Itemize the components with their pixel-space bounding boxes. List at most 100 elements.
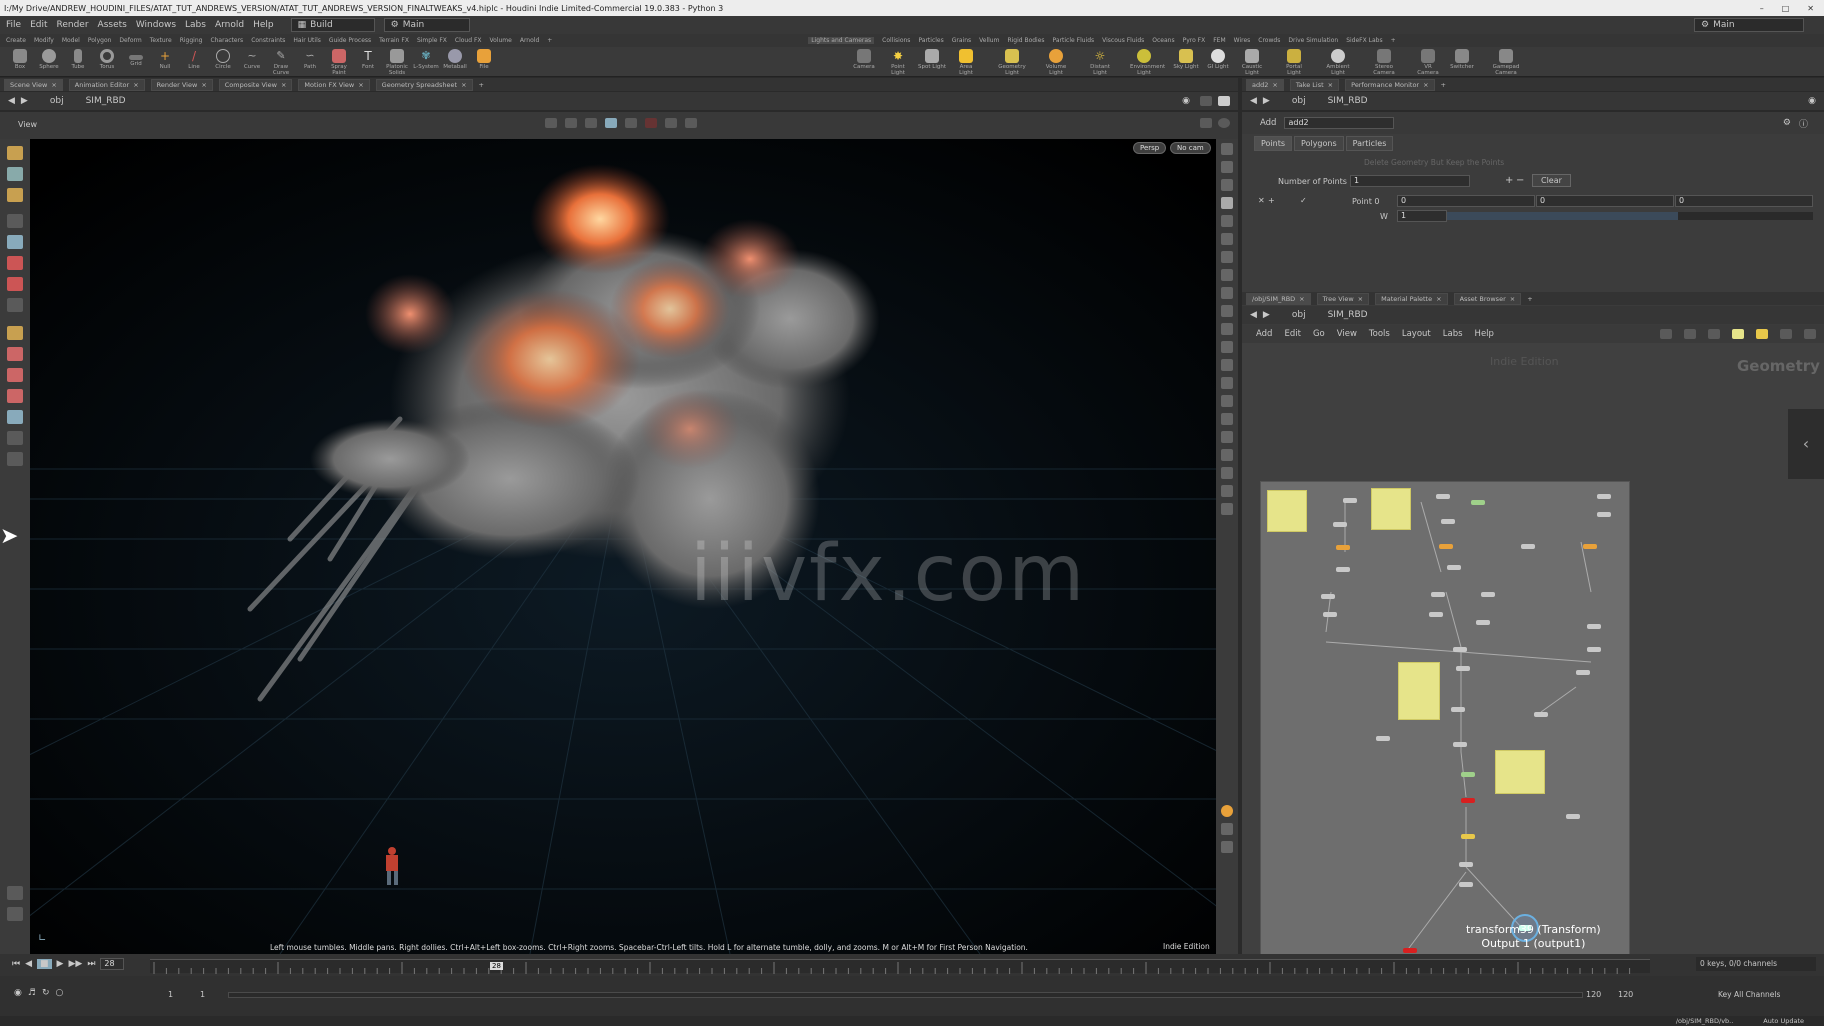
close-icon[interactable]: × [1436, 295, 1441, 303]
gizmo-icon[interactable] [1221, 251, 1233, 263]
rotate-icon[interactable] [7, 347, 23, 361]
scene-viewport[interactable]: iiivfx.com Persp No cam ∟ [30, 139, 1216, 954]
path-obj[interactable]: obj [1292, 96, 1306, 106]
maximize-icon[interactable]: □ [1782, 4, 1790, 13]
shelf-tab[interactable]: Grains [952, 37, 971, 44]
shelf-tab[interactable]: Rigging [180, 37, 203, 44]
node-name-field[interactable]: add2 [1284, 117, 1395, 129]
network-node[interactable] [1336, 545, 1350, 550]
record-icon[interactable] [645, 118, 657, 128]
tool-circle[interactable]: Circle [209, 49, 237, 70]
paint-select-icon[interactable] [7, 188, 23, 202]
snap-icon[interactable] [565, 118, 577, 128]
shelf-tab[interactable]: Create [6, 37, 26, 44]
close-icon[interactable]: × [1299, 295, 1304, 303]
audio-icon[interactable]: ♬ [28, 988, 36, 998]
menu-render[interactable]: Render [57, 20, 89, 30]
tool-switcher[interactable]: Switcher [1448, 49, 1476, 70]
tool-gamepad-camera[interactable]: Gamepad Camera [1492, 49, 1520, 76]
menu-file[interactable]: File [6, 20, 21, 30]
tool-lsystem[interactable]: ✾ L-System [412, 49, 440, 70]
point0-x-field[interactable]: 0 [1397, 195, 1535, 207]
shelf-tab[interactable]: Polygon [88, 37, 112, 44]
lock-view-icon[interactable] [1221, 161, 1233, 173]
forward-icon[interactable]: ▶ [1263, 310, 1270, 320]
close-icon[interactable]: × [358, 81, 363, 89]
close-icon[interactable]: ✕ [1807, 4, 1814, 13]
menu-assets[interactable]: Assets [98, 20, 127, 30]
net-menu-add[interactable]: Add [1256, 329, 1272, 339]
bbox-icon[interactable] [1221, 359, 1233, 371]
note-icon[interactable] [1732, 329, 1744, 339]
path-node[interactable]: SIM_RBD [1328, 310, 1368, 320]
point0-y-field[interactable]: 0 [1536, 195, 1674, 207]
network-node[interactable] [1321, 594, 1335, 599]
network-node[interactable] [1431, 592, 1445, 597]
tab-render-view[interactable]: Render View × [150, 78, 213, 91]
network-node[interactable] [1343, 498, 1357, 503]
grid-display-icon[interactable] [605, 118, 617, 128]
network-node[interactable] [1576, 670, 1590, 675]
range-start[interactable]: 1 [168, 990, 173, 999]
palette-icon[interactable] [1756, 329, 1768, 339]
shelf-tab[interactable]: Terrain FX [379, 37, 409, 44]
safe-area-icon[interactable] [1221, 449, 1233, 461]
tab-animation-editor[interactable]: Animation Editor × [68, 78, 145, 91]
tool-camera[interactable]: Camera [850, 49, 878, 70]
forward-icon[interactable]: ▶ [21, 96, 28, 106]
tool-font[interactable]: T Font [354, 49, 382, 70]
list-view-icon[interactable] [1684, 329, 1696, 339]
tool-null[interactable]: + Null [151, 49, 179, 70]
wire-icon[interactable] [625, 118, 637, 128]
expand-panel-button[interactable]: ‹ [1788, 409, 1824, 479]
settings-icon[interactable] [7, 907, 23, 921]
tool-box[interactable]: Box [6, 49, 34, 70]
tool-ambient-light[interactable]: Ambient Light [1324, 49, 1352, 76]
network-node[interactable] [1461, 772, 1475, 777]
normals-icon[interactable] [1221, 287, 1233, 299]
hand-icon[interactable] [7, 886, 23, 900]
network-node[interactable] [1376, 736, 1390, 741]
network-node[interactable] [1534, 712, 1548, 717]
handle-icon[interactable] [585, 118, 597, 128]
back-icon[interactable]: ◀ [1250, 96, 1257, 106]
network-canvas[interactable]: Indie Edition Geometry ‹ [1242, 343, 1824, 981]
shelf-tab[interactable]: Model [62, 37, 80, 44]
close-icon[interactable]: × [1272, 81, 1277, 89]
tool-env-light[interactable]: Environment Light [1130, 49, 1165, 76]
net-menu-labs[interactable]: Labs [1443, 329, 1463, 339]
tool-file[interactable]: File [470, 49, 498, 70]
particles-icon[interactable] [1221, 413, 1233, 425]
snap-network-icon[interactable] [1804, 329, 1816, 339]
net-menu-help[interactable]: Help [1475, 329, 1494, 339]
tab-scene-view[interactable]: Scene View × [4, 78, 63, 91]
lighting-icon[interactable] [1221, 197, 1233, 209]
shelf-tab[interactable]: Particle Fluids [1053, 37, 1095, 44]
tab-geometry-spreadsheet[interactable]: Geometry Spreadsheet × [375, 78, 473, 91]
checkbox-icon[interactable]: ✓ [1300, 196, 1307, 205]
snapshot-icon[interactable] [7, 452, 23, 466]
tool-geometry-light[interactable]: Geometry Light [998, 49, 1026, 76]
sticky-note[interactable] [1371, 488, 1411, 530]
range-slider[interactable] [228, 992, 1583, 998]
shelf-tab[interactable]: Hair Utils [293, 37, 320, 44]
shelf-tab[interactable]: Deform [119, 37, 141, 44]
wrench-icon[interactable] [1660, 329, 1672, 339]
network-node[interactable] [1459, 882, 1473, 887]
tool-platonic[interactable]: Platonic Solids [383, 49, 411, 76]
add-tab-icon[interactable]: + [479, 81, 484, 89]
net-menu-edit[interactable]: Edit [1284, 329, 1300, 339]
path-node[interactable]: SIM_RBD [1328, 96, 1368, 106]
link-icon[interactable] [1200, 96, 1212, 106]
tool-distant-light[interactable]: ☼ Distant Light [1086, 49, 1114, 76]
pin-icon[interactable]: ◉ [1182, 96, 1190, 106]
minus-icon[interactable]: − [1516, 175, 1524, 186]
loop-icon[interactable]: ↻ [42, 988, 50, 998]
network-box[interactable] [1260, 481, 1630, 981]
pin-icon[interactable]: ◉ [1808, 96, 1816, 106]
flipbook-icon[interactable] [1221, 503, 1233, 515]
shelf-tab[interactable]: Volume [490, 37, 512, 44]
tool-draw-curve[interactable]: ✎ Draw Curve [267, 49, 295, 76]
sticky-note[interactable] [1495, 750, 1545, 794]
network-node[interactable] [1336, 567, 1350, 572]
